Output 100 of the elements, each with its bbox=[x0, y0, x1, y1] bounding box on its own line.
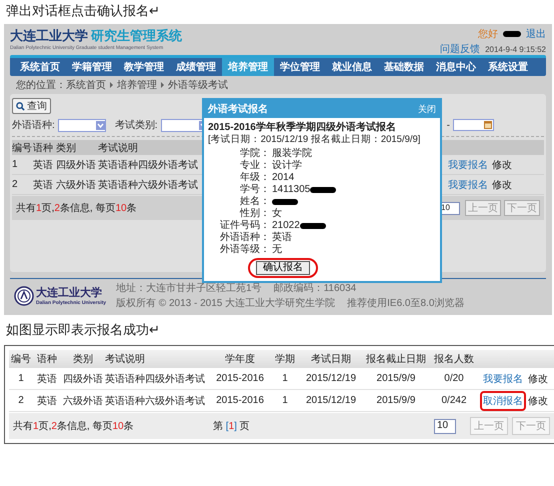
table-cell-text: 2 bbox=[17, 395, 25, 406]
table-cell-text: 2 bbox=[12, 179, 19, 190]
field-value: 2014 bbox=[272, 172, 294, 184]
page-indicator: 第 [1] 页 bbox=[213, 420, 251, 433]
field-label: 学院： bbox=[239, 148, 270, 160]
datetime-text: 2014-9-4 9:15:52 bbox=[485, 44, 546, 54]
redaction-mark bbox=[300, 223, 326, 229]
column-header: 语种 bbox=[33, 142, 54, 154]
feedback-link[interactable]: 问题反馈 bbox=[440, 42, 480, 56]
nav-tab[interactable]: 教学管理 bbox=[118, 58, 170, 76]
table-cell-text: 2015-2016 bbox=[215, 395, 265, 406]
redaction-mark bbox=[272, 199, 298, 205]
edit-link[interactable]: 修改 bbox=[528, 372, 548, 386]
redaction-mark bbox=[503, 31, 521, 37]
table-cell-text: 2015/12/19 bbox=[304, 373, 358, 384]
pager-summary: 共有1页,2条信息, 每页10条 bbox=[16, 202, 137, 215]
copyright-text: 版权所有 © 2013 - 2015 大连工业大学研究生学院 bbox=[116, 296, 336, 310]
instruction-text: 如图显示即表示报名成功↵ bbox=[5, 321, 161, 339]
column-header: 报名截止日期 bbox=[365, 352, 427, 366]
column-header: 编号 bbox=[10, 352, 32, 366]
nav-tab[interactable]: 系统设置 bbox=[482, 58, 534, 76]
field-value: 21022 bbox=[272, 220, 300, 232]
field-value: 英语 bbox=[272, 232, 292, 244]
close-link[interactable]: 关闭 bbox=[418, 102, 436, 116]
column-header: 学期 bbox=[274, 352, 296, 366]
table-cell-text: 1 bbox=[281, 373, 289, 384]
postcode-text: 邮政编码：116034 bbox=[274, 282, 356, 295]
logo-text: 大连工业大学 bbox=[36, 286, 103, 300]
dialog-title: 外语考试报名 bbox=[208, 102, 268, 116]
table-cell-text: 英语 bbox=[33, 158, 54, 172]
table-cell-text: 0/242 bbox=[440, 395, 468, 406]
column-header: 报名人数 bbox=[433, 352, 475, 366]
register-link[interactable]: 我要报名 bbox=[448, 158, 488, 172]
table-cell-text: 1 bbox=[12, 159, 19, 170]
nav-tab[interactable]: 就业信息 bbox=[326, 58, 378, 76]
breadcrumb-item[interactable]: 外语等级考试 bbox=[168, 78, 228, 92]
field-label: 年级： bbox=[239, 172, 270, 184]
exam-dates: [考试日期：2015/12/19 报名截止日期：2015/9/9] bbox=[208, 134, 422, 146]
table-cell-text: 2015-2016 bbox=[215, 373, 265, 384]
filter-select[interactable] bbox=[58, 118, 106, 132]
table-cell-text: 英语 bbox=[36, 372, 58, 386]
field-value: 1411305 bbox=[272, 184, 310, 196]
table-cell-text: 英语语种四级外语考试 bbox=[105, 372, 206, 386]
filter-label: 考试类别: bbox=[114, 118, 158, 132]
nav-tab[interactable]: 消息中心 bbox=[430, 58, 482, 76]
table-cell-text: 英语语种六级外语考试 bbox=[98, 178, 199, 192]
table-cell-text: 四级外语 bbox=[62, 372, 104, 386]
nav-tab[interactable]: 基础数据 bbox=[378, 58, 430, 76]
search-icon bbox=[16, 102, 25, 110]
field-label: 证件号码： bbox=[219, 220, 270, 232]
address-text: 地址：大连市甘井子区轻工苑1号 bbox=[116, 282, 262, 295]
nav-tab[interactable]: 学籍管理 bbox=[66, 58, 118, 76]
field-label: 外语语种： bbox=[219, 232, 270, 244]
browser-note: 推荐使用IE6.0至8.0浏览器 bbox=[347, 296, 464, 310]
column-header: 类别 bbox=[72, 352, 94, 366]
table-cell-text: 2015/9/9 bbox=[376, 373, 416, 384]
caret-icon bbox=[96, 120, 105, 130]
field-label: 外语等级： bbox=[219, 244, 270, 256]
register-link[interactable]: 取消报名 bbox=[480, 390, 526, 410]
edit-link[interactable]: 修改 bbox=[528, 394, 548, 408]
register-link[interactable]: 我要报名 bbox=[480, 368, 526, 388]
column-header: 语种 bbox=[36, 352, 58, 366]
greeting-text: 您好 bbox=[478, 28, 498, 41]
nav-tab[interactable]: 系统首页 bbox=[14, 58, 66, 76]
filter-label: 外语语种: bbox=[12, 118, 55, 132]
page-size-field[interactable]: 10 bbox=[434, 418, 456, 434]
column-header: 考试说明 bbox=[105, 352, 146, 366]
breadcrumb-item[interactable]: 您的位置：系统首页 bbox=[16, 78, 106, 92]
pager-summary: 共有1页,2条信息, 每页10条 bbox=[13, 420, 135, 433]
range-separator: - bbox=[446, 120, 450, 130]
query-button[interactable]: 查询 bbox=[12, 98, 51, 114]
column-header: 考试说明 bbox=[98, 142, 139, 154]
table-cell-text: 1 bbox=[17, 373, 25, 384]
table-cell-text: 英语语种四级外语考试 bbox=[98, 158, 199, 172]
instruction-text: 弹出对话框点击确认报名↵ bbox=[5, 2, 161, 20]
nav-tab[interactable]: 成绩管理 bbox=[170, 58, 222, 76]
edit-link[interactable]: 修改 bbox=[492, 158, 512, 172]
column-header: 类别 bbox=[56, 142, 77, 154]
field-value: 女 bbox=[272, 208, 282, 220]
breadcrumb-separator-icon bbox=[161, 82, 164, 88]
site-title: 大连工业大学 bbox=[10, 27, 88, 45]
column-header: 学年度 bbox=[224, 352, 256, 366]
logout-link[interactable]: 退出 bbox=[526, 27, 546, 41]
emblem-icon bbox=[14, 286, 34, 306]
date-field[interactable] bbox=[453, 119, 494, 131]
confirm-button[interactable]: 确认报名 bbox=[256, 261, 310, 275]
column-header: 考试日期 bbox=[310, 352, 352, 366]
nav-tab[interactable]: 学位管理 bbox=[274, 58, 326, 76]
field-label: 专业： bbox=[239, 160, 270, 172]
breadcrumb-separator-icon bbox=[110, 82, 113, 88]
register-link[interactable]: 我要报名 bbox=[448, 178, 488, 192]
field-value: 设计学 bbox=[272, 160, 302, 172]
field-label: 性别： bbox=[238, 208, 270, 220]
exam-title: 2015-2016学年秋季学期四级外语考试报名 bbox=[208, 122, 397, 134]
edit-link[interactable]: 修改 bbox=[492, 178, 512, 192]
field-value: 无 bbox=[272, 244, 282, 256]
site-subtitle: 研究生管理系统 bbox=[91, 27, 182, 45]
table-cell-text: 英语 bbox=[36, 394, 58, 408]
calendar-icon bbox=[484, 121, 492, 129]
breadcrumb-item[interactable]: 培养管理 bbox=[117, 78, 157, 92]
